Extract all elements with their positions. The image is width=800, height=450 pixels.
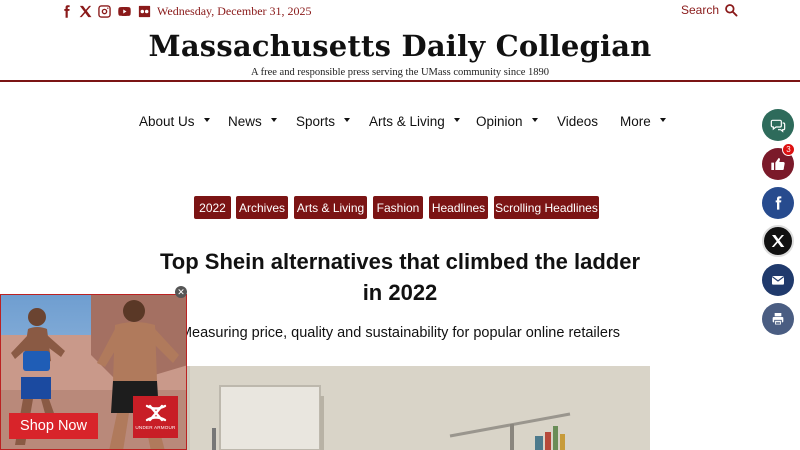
facebook-icon bbox=[770, 195, 786, 211]
chevron-down-icon bbox=[203, 117, 210, 122]
facebook-icon[interactable] bbox=[58, 3, 74, 19]
category-tag-headlines[interactable]: Headlines bbox=[429, 196, 488, 219]
category-tag-2022[interactable]: 2022 bbox=[194, 196, 231, 219]
chevron-down-icon bbox=[270, 117, 277, 122]
chevron-down-icon bbox=[344, 117, 351, 122]
like-icon bbox=[770, 156, 786, 172]
ad-close-button[interactable]: ✕ bbox=[175, 286, 187, 298]
share-facebook-button[interactable] bbox=[762, 187, 794, 219]
site-tagline: A free and responsible press serving the… bbox=[250, 67, 550, 78]
nav-item-label: About Us bbox=[139, 113, 195, 129]
nav-item-label: News bbox=[228, 113, 262, 129]
shop-now-button[interactable]: Shop Now bbox=[9, 413, 98, 439]
x-icon[interactable] bbox=[77, 3, 93, 19]
share-x-button[interactable] bbox=[762, 225, 794, 257]
nav-item-label: Videos bbox=[557, 113, 599, 129]
nav-item-sports[interactable]: Sports bbox=[296, 112, 351, 130]
nav-item-videos[interactable]: Videos bbox=[557, 112, 598, 130]
site-title[interactable]: Massachusetts Daily Collegian bbox=[0, 29, 800, 63]
print-icon bbox=[770, 311, 786, 327]
brand-logo-icon bbox=[145, 404, 166, 422]
article-subhead: Measuring price, quality and sustainabil… bbox=[179, 325, 621, 341]
email-icon bbox=[770, 272, 786, 288]
current-date: Wednesday, December 31, 2025 bbox=[157, 4, 312, 18]
youtube-icon[interactable] bbox=[116, 3, 132, 19]
instagram-icon[interactable] bbox=[96, 3, 112, 19]
nav-item-label: Arts & Living bbox=[369, 113, 445, 129]
like-button[interactable]: 3 bbox=[762, 143, 795, 180]
flickr-icon[interactable] bbox=[136, 3, 152, 19]
brand-name: UNDER ARMOUR bbox=[135, 425, 176, 430]
category-tag-scrolling-headlines[interactable]: Scrolling Headlines bbox=[494, 196, 599, 219]
search-link[interactable]: Search bbox=[681, 3, 719, 17]
x-icon bbox=[770, 233, 786, 249]
category-tag-fashion[interactable]: Fashion bbox=[373, 196, 423, 219]
comments-icon bbox=[770, 117, 786, 133]
like-count-badge: 3 bbox=[782, 143, 795, 156]
share-email-button[interactable] bbox=[762, 264, 794, 296]
top-bar: Wednesday, December 31, 2025 Search bbox=[0, 0, 800, 22]
nav-item-label: Opinion bbox=[476, 113, 523, 129]
chevron-down-icon bbox=[531, 117, 538, 122]
nav-item-arts-living[interactable]: Arts & Living bbox=[369, 112, 460, 130]
nav-item-label: More bbox=[620, 113, 651, 129]
article-hero-image bbox=[150, 366, 650, 450]
under-armour-logo: UNDER ARMOUR bbox=[133, 396, 178, 438]
search-icon[interactable] bbox=[724, 3, 738, 17]
nav-item-opinion[interactable]: Opinion bbox=[476, 112, 538, 130]
nav-item-more[interactable]: More bbox=[620, 112, 666, 130]
chevron-down-icon bbox=[659, 117, 666, 122]
category-tag-arts-living[interactable]: Arts & Living bbox=[294, 196, 367, 219]
nav-item-about-us[interactable]: About Us bbox=[139, 112, 210, 130]
print-button[interactable] bbox=[762, 303, 794, 335]
masthead-divider bbox=[0, 80, 800, 82]
category-tag-archives[interactable]: Archives bbox=[236, 196, 288, 219]
comments-button[interactable] bbox=[762, 109, 794, 141]
nav-item-label: Sports bbox=[296, 113, 336, 129]
article-headline: Top Shein alternatives that climbed the … bbox=[159, 249, 641, 305]
nav-item-news[interactable]: News bbox=[228, 112, 277, 130]
chevron-down-icon bbox=[453, 117, 460, 122]
